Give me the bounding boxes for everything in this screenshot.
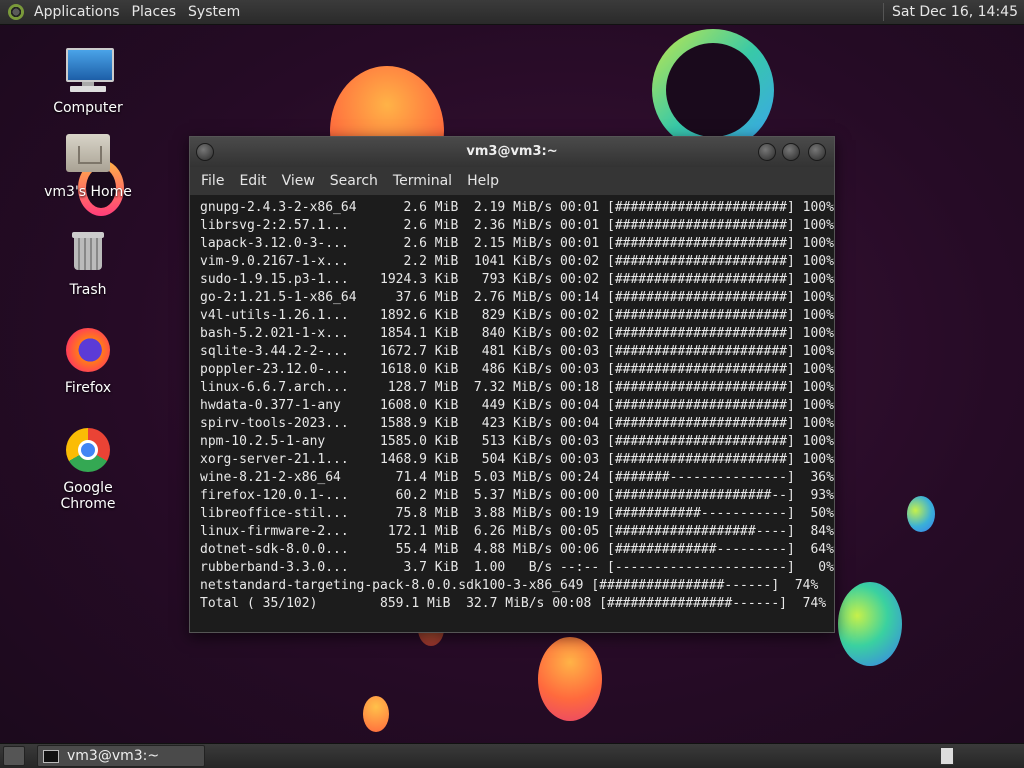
top-panel: Applications Places System Sat Dec 16, 1… (0, 0, 1024, 25)
menu-help[interactable]: Help (460, 173, 507, 189)
distro-logo-icon[interactable] (8, 4, 24, 20)
terminal-line: sqlite-3.44.2-2-... 1672.7 KiB 481 KiB/s… (200, 344, 834, 359)
terminal-line: Total ( 35/102) 859.1 MiB 32.7 MiB/s 00:… (200, 596, 827, 611)
menu-search[interactable]: Search (323, 173, 386, 189)
terminal-line: libreoffice-stil... 75.8 MiB 3.88 MiB/s … (200, 506, 834, 521)
menu-edit[interactable]: Edit (232, 173, 274, 189)
terminal-line: hwdata-0.377-1-any 1608.0 KiB 449 KiB/s … (200, 398, 834, 413)
maximize-button[interactable] (782, 143, 800, 161)
taskbar-item-terminal[interactable]: vm3@vm3:~ (37, 745, 205, 767)
taskbar-item-label: vm3@vm3:~ (67, 748, 160, 764)
show-desktop-button[interactable] (3, 746, 25, 766)
menu-file[interactable]: File (194, 173, 232, 189)
terminal-line: go-2:1.21.5-1-x86_64 37.6 MiB 2.76 MiB/s… (200, 290, 834, 305)
desktop-icon-label: vm3's Home (44, 184, 132, 200)
home-folder-icon (64, 130, 112, 178)
computer-icon (64, 46, 114, 94)
wallpaper-small-blue (907, 496, 935, 532)
terminal-line: dotnet-sdk-8.0.0... 55.4 MiB 4.88 MiB/s … (200, 542, 834, 557)
terminal-icon (43, 749, 59, 763)
terminal-line: linux-firmware-2... 172.1 MiB 6.26 MiB/s… (200, 524, 834, 539)
desktop-icon-label: Trash (69, 282, 107, 298)
terminal-line: rubberband-3.3.0... 3.7 KiB 1.00 B/s --:… (200, 560, 834, 575)
minimize-button[interactable] (758, 143, 776, 161)
terminal-line: npm-10.2.5-1-any 1585.0 KiB 513 KiB/s 00… (200, 434, 834, 449)
trash-icon (64, 228, 112, 276)
workspace-switcher[interactable] (940, 747, 954, 765)
panel-separator (882, 3, 884, 21)
desktop-icon-trash[interactable]: Trash (38, 228, 138, 298)
menu-view[interactable]: View (275, 173, 323, 189)
desktop-icon-label: Computer (53, 100, 123, 116)
wallpaper-orange-small (363, 696, 389, 732)
terminal-line: lapack-3.12.0-3-... 2.6 MiB 2.15 MiB/s 0… (200, 236, 834, 251)
places-menu[interactable]: Places (126, 0, 183, 24)
terminal-window[interactable]: vm3@vm3:~ File Edit View Search Terminal… (189, 136, 835, 633)
terminal-lines: gnupg-2.4.3-2-x86_64 2.6 MiB 2.19 MiB/s … (200, 199, 834, 613)
terminal-line: linux-6.6.7.arch... 128.7 MiB 7.32 MiB/s… (200, 380, 834, 395)
desktop-icon-computer[interactable]: Computer (38, 46, 138, 116)
desktop-icon-firefox[interactable]: Firefox (38, 326, 138, 396)
menu-terminal[interactable]: Terminal (386, 173, 460, 189)
bottom-taskbar: vm3@vm3:~ (0, 743, 1024, 768)
system-menu[interactable]: System (182, 0, 246, 24)
terminal-line: vim-9.0.2167-1-x... 2.2 MiB 1041 KiB/s 0… (200, 254, 834, 269)
terminal-line: firefox-120.0.1-... 60.2 MiB 5.37 MiB/s … (200, 488, 834, 503)
terminal-line: gnupg-2.4.3-2-x86_64 2.6 MiB 2.19 MiB/s … (200, 200, 834, 215)
terminal-line: wine-8.21-2-x86_64 71.4 MiB 5.03 MiB/s 0… (200, 470, 834, 485)
desktop-icon-chrome[interactable]: Google Chrome (38, 426, 138, 512)
firefox-icon (64, 326, 112, 374)
terminal-line: spirv-tools-2023... 1588.9 KiB 423 KiB/s… (200, 416, 834, 431)
terminal-output[interactable]: gnupg-2.4.3-2-x86_64 2.6 MiB 2.19 MiB/s … (190, 195, 834, 632)
wallpaper-ring (652, 29, 774, 151)
clock[interactable]: Sat Dec 16, 14:45 (892, 4, 1024, 20)
desktop-icon-home[interactable]: vm3's Home (38, 130, 138, 200)
terminal-line: poppler-23.12.0-... 1618.0 KiB 486 KiB/s… (200, 362, 834, 377)
desktop-icon-label: Firefox (64, 380, 112, 396)
terminal-line: netstandard-targeting-pack-8.0.0.sdk100-… (200, 578, 819, 593)
close-button[interactable] (808, 143, 826, 161)
terminal-line: v4l-utils-1.26.1... 1892.6 KiB 829 KiB/s… (200, 308, 834, 323)
chrome-icon (64, 426, 112, 474)
applications-menu[interactable]: Applications (28, 0, 126, 24)
terminal-line: bash-5.2.021-1-x... 1854.1 KiB 840 KiB/s… (200, 326, 834, 341)
window-title: vm3@vm3:~ (466, 144, 558, 159)
terminal-line: xorg-server-21.1... 1468.9 KiB 504 KiB/s… (200, 452, 834, 467)
window-titlebar[interactable]: vm3@vm3:~ (190, 137, 834, 167)
wallpaper-blue-sphere (838, 582, 902, 666)
desktop-icon-label: Google Chrome (60, 480, 116, 512)
terminal-line: sudo-1.9.15.p3-1... 1924.3 KiB 793 KiB/s… (200, 272, 834, 287)
wallpaper-pink-sphere (538, 637, 602, 721)
window-menu-button[interactable] (196, 143, 214, 161)
terminal-menubar: File Edit View Search Terminal Help (190, 167, 834, 195)
terminal-line: librsvg-2:2.57.1... 2.6 MiB 2.36 MiB/s 0… (200, 218, 834, 233)
